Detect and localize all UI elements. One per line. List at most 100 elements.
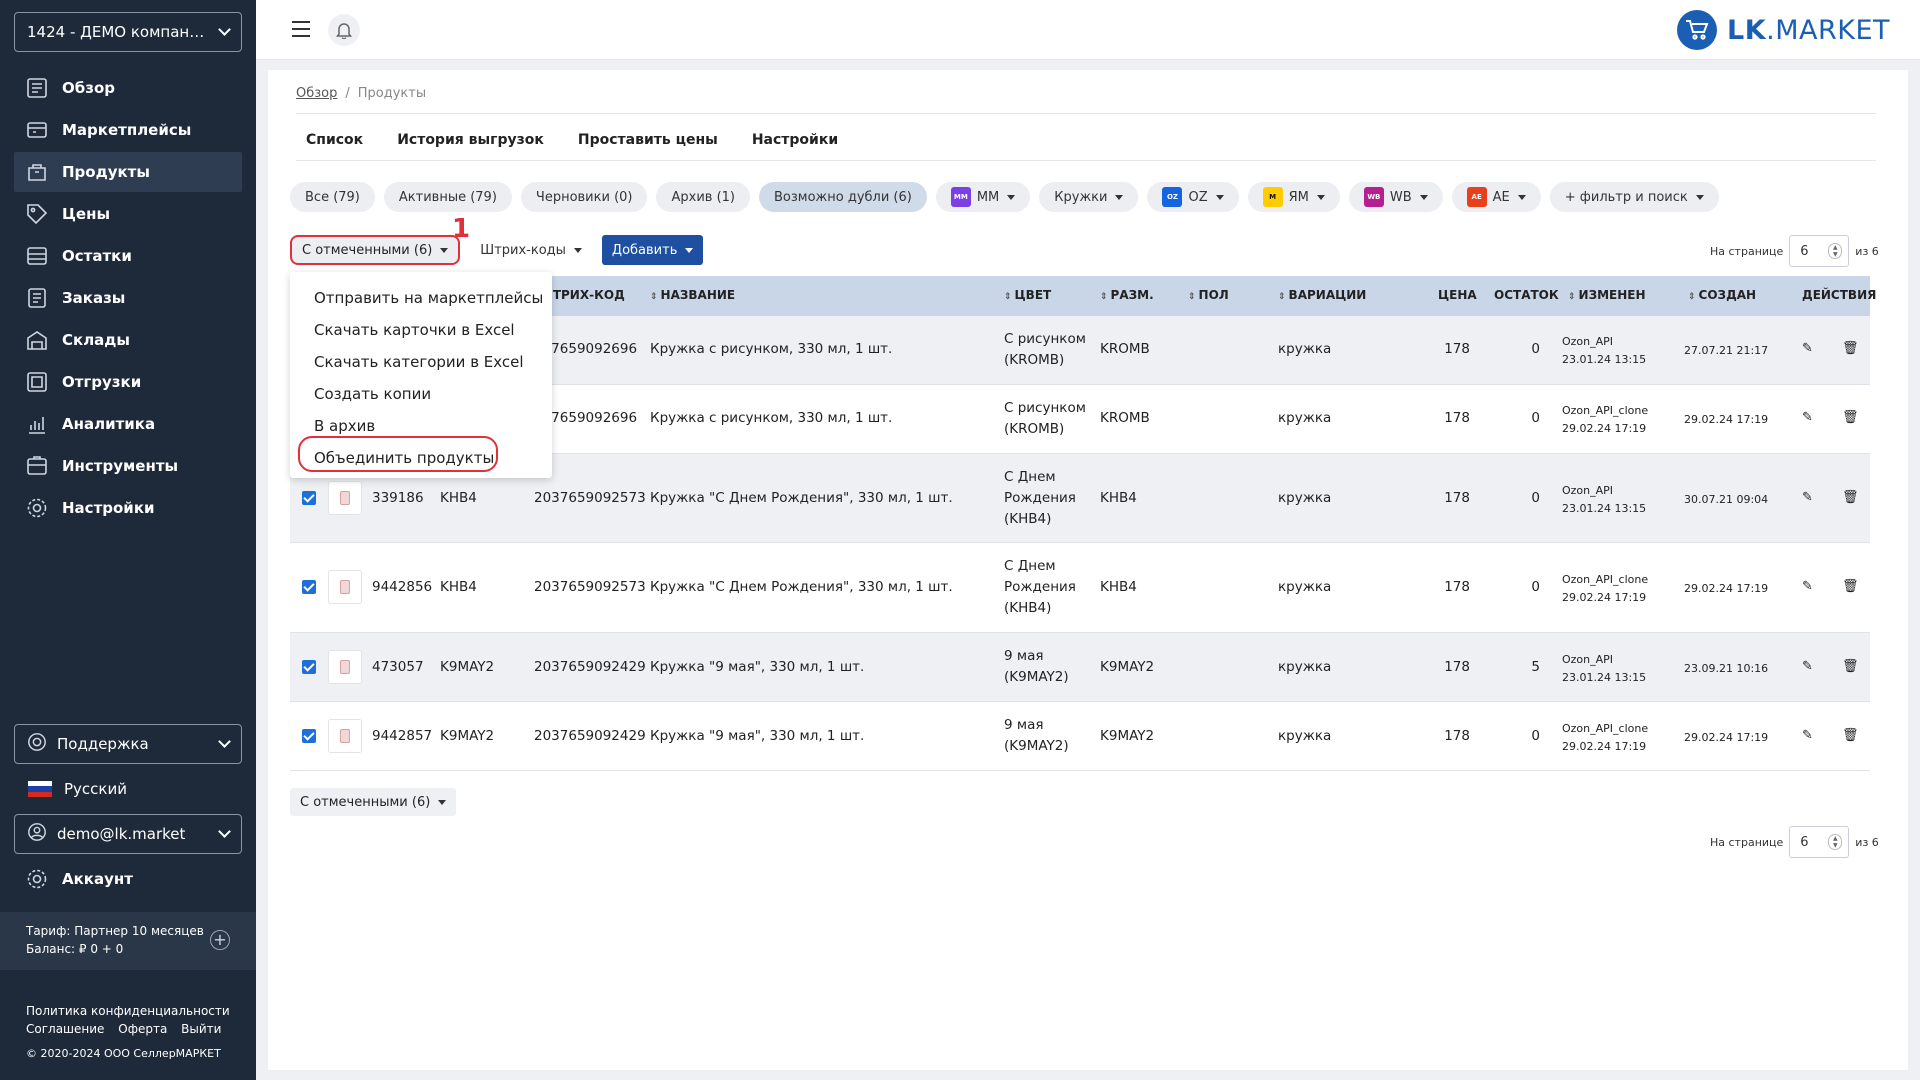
cell-name[interactable]: Кружка с рисунком, 330 мл, 1 шт. (650, 341, 892, 357)
trash-icon[interactable]: 🗑 (1842, 490, 1859, 505)
filter-wb[interactable]: WB WB (1348, 182, 1443, 212)
per-page-input[interactable]: 6 ▲ ▼ (1789, 826, 1850, 858)
row-checkbox[interactable] (302, 491, 316, 505)
cell-name[interactable]: Кружка "9 мая", 330 мл, 1 шт. (650, 659, 864, 675)
filter-duplicates[interactable]: Возможно дубли (6) (758, 182, 927, 212)
col-variations[interactable]: ⇕ ВАРИАЦИИ (1278, 288, 1366, 302)
sidebar-item-marketplaces[interactable]: Маркетплейсы (14, 110, 242, 150)
add-button[interactable]: Добавить (601, 235, 704, 265)
tab-upload-history[interactable]: История выгрузок (397, 132, 544, 148)
trash-icon[interactable]: 🗑 (1842, 579, 1859, 594)
col-gender[interactable]: ⇕ ПОЛ (1188, 288, 1229, 302)
language-switch[interactable]: Русский (28, 780, 127, 798)
cell-name[interactable]: Кружка "9 мая", 330 мл, 1 шт. (650, 728, 864, 744)
sidebar-item-warehouses[interactable]: Склады (14, 320, 242, 360)
table-row[interactable]: 9442857 K9MAY2 2037659092429 Кружка "9 м… (290, 702, 1870, 771)
sidebar-item-label: Склады (62, 331, 130, 349)
sidebar-item-tools[interactable]: Инструменты (14, 446, 242, 486)
per-page-input[interactable]: 6 ▲ ▼ (1789, 235, 1850, 267)
cell-name[interactable]: Кружка "С Днем Рождения", 330 мл, 1 шт. (650, 490, 953, 506)
filter-ae[interactable]: AE AE (1451, 182, 1541, 212)
filter-drafts[interactable]: Черновики (0) (520, 182, 648, 212)
tab-set-prices[interactable]: Проставить цены (578, 132, 718, 148)
filter-all[interactable]: Все (79) (290, 182, 375, 212)
edit-icon[interactable]: ✎ (1802, 579, 1813, 594)
bell-icon[interactable] (328, 14, 360, 46)
table-row[interactable]: 473057 K9MAY2 2037659092429 Кружка "9 ма… (290, 633, 1870, 702)
analytics-icon (26, 413, 48, 435)
col-size[interactable]: ⇕ РАЗМ. (1100, 288, 1154, 302)
agreement-link[interactable]: Соглашение (26, 1022, 104, 1036)
table-row[interactable]: 9442856 KHB4 2037659092573 Кружка "С Дне… (290, 543, 1870, 633)
sidebar-item-label: Маркетплейсы (62, 121, 192, 139)
trash-icon[interactable]: 🗑 (1842, 659, 1859, 674)
sidebar-item-shipments[interactable]: Отгрузки (14, 362, 242, 402)
company-select[interactable]: 1424 - ДЕМО компания ... (14, 12, 242, 52)
offer-link[interactable]: Оферта (118, 1022, 167, 1036)
cell-id[interactable]: 473057 (372, 659, 424, 675)
edit-icon[interactable]: ✎ (1802, 490, 1813, 505)
menu-item-create-copies[interactable]: Создать копии (290, 378, 552, 410)
col-color[interactable]: ⇕ ЦВЕТ (1004, 288, 1051, 302)
sidebar-item-stock[interactable]: Остатки (14, 236, 242, 276)
col-name[interactable]: ⇕ НАЗВАНИЕ (650, 288, 735, 302)
trash-icon[interactable]: 🗑 (1842, 410, 1859, 425)
logout-link[interactable]: Выйти (181, 1022, 221, 1036)
trash-icon[interactable]: 🗑 (1842, 341, 1859, 356)
with-checked-button[interactable]: С отмеченными (6) (290, 235, 461, 265)
trash-icon[interactable]: 🗑 (1842, 728, 1859, 743)
cell-created: 23.09.21 10:16 (1684, 662, 1769, 675)
filter-archive[interactable]: Архив (1) (656, 182, 750, 212)
sidebar-item-prices[interactable]: Цены (14, 194, 242, 234)
menu-item-download-categories-excel[interactable]: Скачать категории в Excel (290, 346, 552, 378)
menu-icon[interactable] (292, 21, 310, 37)
product-thumbnail[interactable] (328, 570, 362, 604)
support-select[interactable]: Поддержка (14, 724, 242, 764)
filter-ym[interactable]: M ЯМ (1247, 182, 1340, 212)
filter-active[interactable]: Активные (79) (383, 182, 512, 212)
product-thumbnail[interactable] (328, 481, 362, 515)
privacy-link[interactable]: Политика конфиденциальности (26, 1002, 231, 1020)
breadcrumb-home[interactable]: Обзор (296, 86, 337, 101)
col-created[interactable]: ⇕ СОЗДАН (1688, 288, 1756, 302)
cell-id[interactable]: 9442856 (372, 579, 432, 595)
filter-mm[interactable]: MM MM (935, 182, 1031, 212)
edit-icon[interactable]: ✎ (1802, 659, 1813, 674)
cell-price: 178 (1444, 728, 1470, 744)
barcodes-button[interactable]: Штрих-коды (470, 235, 592, 265)
with-checked-bottom-button[interactable]: С отмеченными (6) (290, 788, 457, 816)
edit-icon[interactable]: ✎ (1802, 410, 1813, 425)
cell-name[interactable]: Кружка с рисунком, 330 мл, 1 шт. (650, 410, 892, 426)
tab-settings[interactable]: Настройки (752, 132, 838, 148)
col-stock[interactable]: ОСТАТОК (1494, 288, 1559, 302)
add-balance-icon[interactable]: + (210, 930, 230, 950)
user-select[interactable]: demo@lk.market (14, 814, 242, 854)
filter-more[interactable]: + фильтр и поиск (1549, 182, 1719, 212)
cell-size: KROMB (1100, 410, 1150, 426)
sidebar-item-settings[interactable]: Настройки (14, 488, 242, 528)
menu-item-download-cards-excel[interactable]: Скачать карточки в Excel (290, 314, 552, 346)
sidebar-item-orders[interactable]: Заказы (14, 278, 242, 318)
col-changed[interactable]: ⇕ ИЗМЕНЕН (1568, 288, 1646, 302)
row-checkbox[interactable] (302, 580, 316, 594)
logo[interactable]: LK.MARKET (1676, 10, 1890, 50)
product-thumbnail[interactable] (328, 719, 362, 753)
cell-stock: 0 (1531, 728, 1540, 744)
filter-category[interactable]: Кружки (1039, 182, 1139, 212)
filter-oz[interactable]: OZ OZ (1147, 182, 1239, 212)
col-price[interactable]: ЦЕНА (1438, 288, 1477, 302)
row-checkbox[interactable] (302, 660, 316, 674)
row-checkbox[interactable] (302, 729, 316, 743)
edit-icon[interactable]: ✎ (1802, 728, 1813, 743)
tab-list[interactable]: Список (306, 132, 363, 148)
sidebar-item-overview[interactable]: Обзор (14, 68, 242, 108)
product-thumbnail[interactable] (328, 650, 362, 684)
cell-id[interactable]: 9442857 (372, 728, 432, 744)
edit-icon[interactable]: ✎ (1802, 341, 1813, 356)
cell-name[interactable]: Кружка "С Днем Рождения", 330 мл, 1 шт. (650, 579, 953, 595)
sidebar-item-products[interactable]: Продукты (14, 152, 242, 192)
sidebar-item-account[interactable]: Аккаунт (26, 868, 133, 890)
menu-item-send-to-marketplaces[interactable]: Отправить на маркетплейсы (290, 282, 552, 314)
cell-id[interactable]: 339186 (372, 490, 424, 506)
sidebar-item-analytics[interactable]: Аналитика (14, 404, 242, 444)
